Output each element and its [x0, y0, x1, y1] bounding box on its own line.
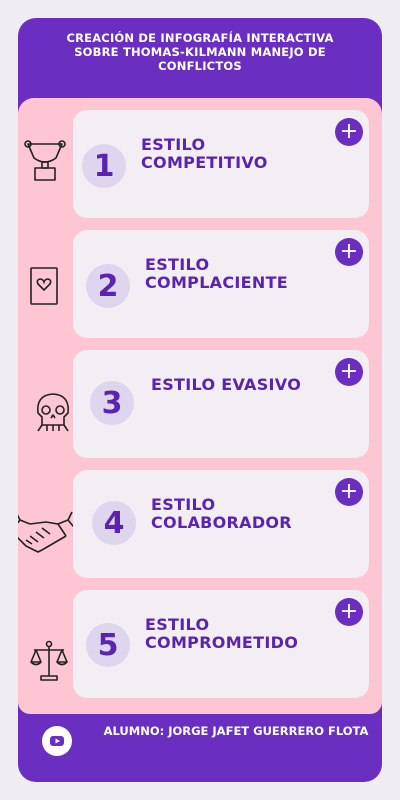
list-item-comprometido[interactable]: 5 ESTILO COMPROMETIDO + — [73, 590, 369, 698]
author-credit: ALUMNO: JORGE JAFET GUERRERO FLOTA — [103, 724, 369, 738]
page-title: CREACIÓN DE INFOGRAFÍA INTERACTIVA SOBRE… — [66, 31, 334, 73]
trophy-icon — [22, 138, 68, 186]
list-item-competitivo[interactable]: 1 ESTILO COMPETITIVO + — [73, 110, 369, 218]
expand-button[interactable]: + — [335, 358, 363, 386]
scales-icon — [28, 640, 70, 686]
item-number-badge: 1 — [82, 144, 126, 188]
item-number-badge: 5 — [86, 623, 130, 667]
expand-button[interactable]: + — [335, 598, 363, 626]
item-number-badge: 4 — [92, 501, 136, 545]
item-label: ESTILO COMPROMETIDO — [145, 615, 299, 652]
item-label: ESTILO COLABORADOR — [151, 495, 292, 532]
styles-panel: 1 ESTILO COMPETITIVO + 2 ESTILO COMPLACI… — [18, 98, 382, 714]
item-number-badge: 3 — [90, 381, 134, 425]
item-number-badge: 2 — [86, 264, 130, 308]
list-item-complaciente[interactable]: 2 ESTILO COMPLACIENTE + — [73, 230, 369, 338]
expand-button[interactable]: + — [335, 238, 363, 266]
item-label: ESTILO COMPETITIVO — [141, 135, 268, 172]
expand-button[interactable]: + — [335, 118, 363, 146]
item-label: ESTILO EVASIVO — [151, 375, 302, 394]
list-item-colaborador[interactable]: 4 ESTILO COLABORADOR + — [73, 470, 369, 578]
skull-icon — [30, 391, 76, 439]
handshake-icon — [18, 510, 80, 560]
list-item-evasivo[interactable]: 3 ESTILO EVASIVO + — [73, 350, 369, 458]
item-label: ESTILO COMPLACIENTE — [145, 255, 289, 292]
youtube-icon[interactable] — [42, 726, 72, 756]
infographic-card: CREACIÓN DE INFOGRAFÍA INTERACTIVA SOBRE… — [18, 18, 382, 782]
expand-button[interactable]: + — [335, 478, 363, 506]
heart-card-icon — [29, 266, 59, 310]
